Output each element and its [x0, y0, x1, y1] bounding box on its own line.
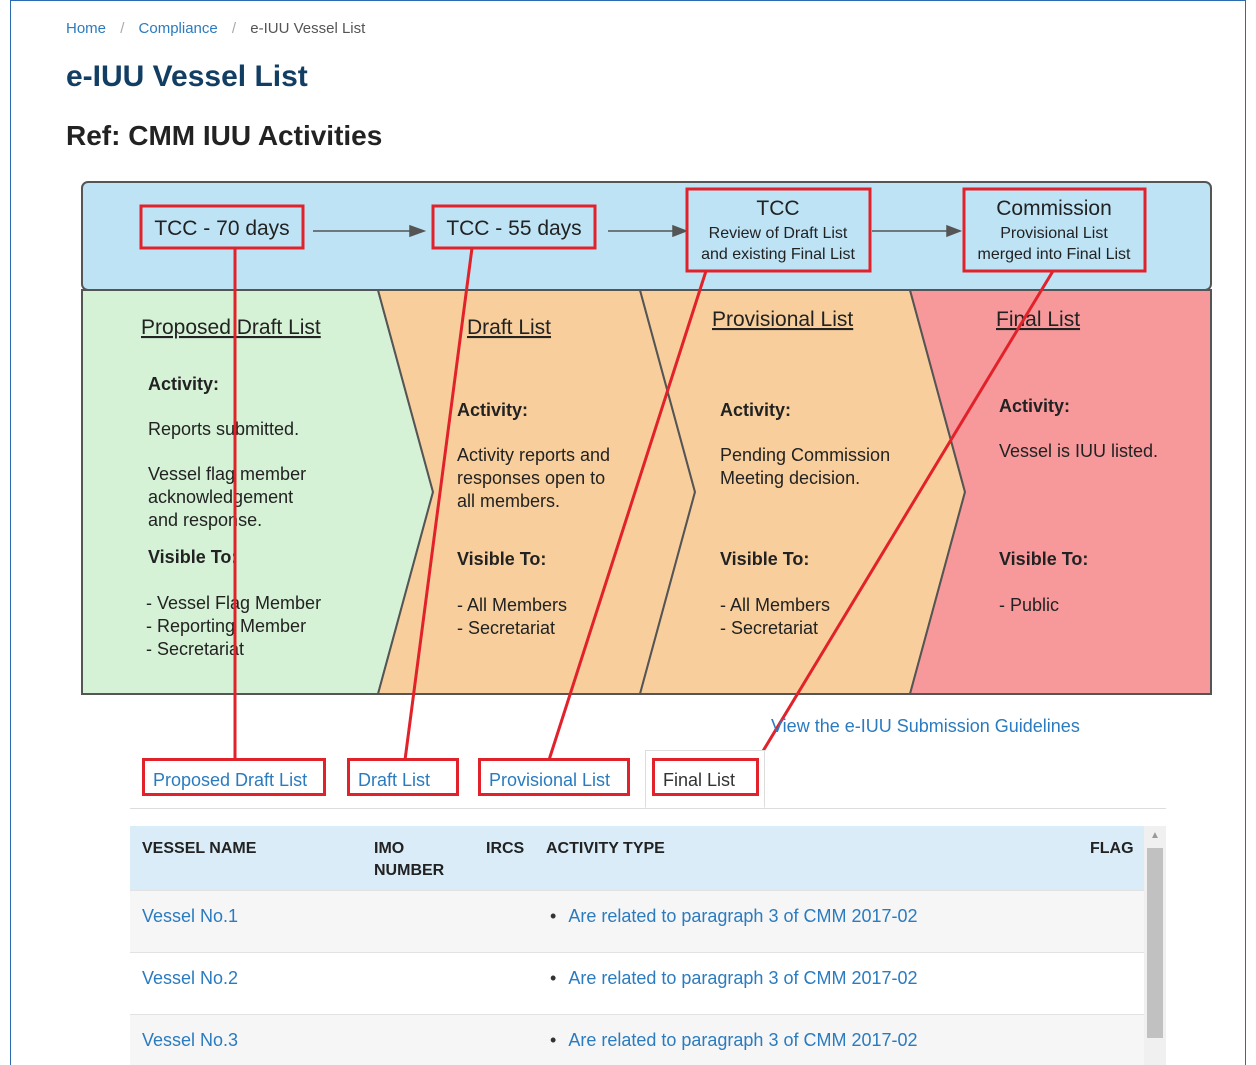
vessel-name-link[interactable]: Vessel No.3	[142, 1030, 238, 1051]
draft-title: Draft List	[467, 316, 551, 339]
column-header-ircs[interactable]: IRCS	[486, 838, 524, 860]
provisional-visible-item: - Secretariat	[720, 618, 818, 638]
commission-line1: Provisional List	[1000, 225, 1108, 242]
table-row: Vessel No.1 • Are related to paragraph 3 …	[130, 890, 1144, 952]
provisional-visible-label: Visible To:	[720, 549, 809, 569]
draft-visible-label: Visible To:	[457, 549, 546, 569]
draft-activity-text: all members.	[457, 491, 560, 511]
draft-activity-label: Activity:	[457, 400, 528, 420]
provisional-visible-item: - All Members	[720, 595, 830, 615]
final-visible-item: - Public	[999, 595, 1059, 615]
vessel-name-link[interactable]: Vessel No.2	[142, 968, 238, 989]
activity-type-cell: • Are related to paragraph 3 of CMM 2017-…	[550, 906, 918, 927]
proposed-activity-text: Reports submitted.	[148, 419, 299, 439]
tcc-review-line1: Review of Draft List	[709, 225, 848, 242]
tab-draft-list[interactable]: Draft List	[347, 758, 459, 796]
proposed-activity-text: Vessel flag member	[148, 464, 306, 484]
workflow-diagram: TCC - 70 days TCC - 55 days TCC Review o…	[81, 181, 1212, 761]
table-scrollbar[interactable]: ▲	[1144, 826, 1166, 1065]
proposed-visible-item: - Reporting Member	[146, 616, 306, 636]
column-header-flag[interactable]: FLAG	[1090, 838, 1134, 860]
proposed-activity-text: acknowledgement	[148, 487, 293, 507]
column-header-vessel-name[interactable]: VESSEL NAME	[142, 838, 256, 860]
scroll-up-arrow-icon[interactable]: ▲	[1144, 826, 1166, 846]
bullet-icon: •	[550, 1030, 557, 1050]
vessel-name-link[interactable]: Vessel No.1	[142, 906, 238, 927]
final-activity-label: Activity:	[999, 396, 1070, 416]
column-header-imo-number[interactable]: IMO NUMBER	[374, 838, 444, 882]
tcc-review-line2: and existing Final List	[701, 246, 855, 263]
vessel-table: VESSEL NAME IMO NUMBER IRCS ACTIVITY TYP…	[130, 826, 1166, 1065]
draft-activity-text: Activity reports and	[457, 445, 610, 465]
submission-guidelines-link[interactable]: View the e-IUU Submission Guidelines	[771, 716, 1080, 737]
commission-line2: merged into Final List	[978, 246, 1132, 263]
activity-type-link[interactable]: Are related to paragraph 3 of CMM 2017-0…	[568, 906, 917, 926]
table-row: Vessel No.3 • Are related to paragraph 3 …	[130, 1014, 1144, 1065]
column-header-activity-type[interactable]: ACTIVITY TYPE	[546, 838, 665, 860]
tcc-review-title: TCC	[756, 197, 799, 220]
provisional-title: Provisional List	[712, 308, 853, 331]
proposed-visible-item: - Secretariat	[146, 639, 244, 659]
proposed-activity-text: and response.	[148, 510, 262, 530]
provisional-activity-text: Meeting decision.	[720, 468, 860, 488]
tcc70-label: TCC - 70 days	[154, 217, 289, 240]
table-row: Vessel No.2 • Are related to paragraph 3 …	[130, 952, 1144, 1014]
activity-type-cell: • Are related to paragraph 3 of CMM 2017-…	[550, 1030, 918, 1051]
activity-type-cell: • Are related to paragraph 3 of CMM 2017-…	[550, 968, 918, 989]
provisional-activity-text: Pending Commission	[720, 445, 890, 465]
proposed-title: Proposed Draft List	[141, 316, 321, 339]
column-header-imo-line: NUMBER	[374, 862, 445, 879]
proposed-visible-label: Visible To:	[148, 547, 237, 567]
list-tabs: Proposed Draft List Draft List Provision…	[130, 750, 1166, 809]
proposed-activity-label: Activity:	[148, 374, 219, 394]
activity-type-link[interactable]: Are related to paragraph 3 of CMM 2017-0…	[568, 1030, 917, 1050]
final-activity-text: Vessel is IUU listed.	[999, 441, 1158, 461]
tab-proposed-draft-list[interactable]: Proposed Draft List	[142, 758, 326, 796]
final-title: Final List	[996, 308, 1080, 331]
table-header: VESSEL NAME IMO NUMBER IRCS ACTIVITY TYP…	[130, 826, 1144, 890]
provisional-activity-label: Activity:	[720, 400, 791, 420]
final-visible-label: Visible To:	[999, 549, 1088, 569]
commission-title: Commission	[996, 197, 1112, 220]
bullet-icon: •	[550, 968, 557, 988]
scrollbar-thumb[interactable]	[1147, 848, 1163, 1038]
column-header-imo-line: IMO	[374, 840, 405, 857]
tcc55-label: TCC - 55 days	[446, 217, 581, 240]
activity-type-link[interactable]: Are related to paragraph 3 of CMM 2017-0…	[568, 968, 917, 988]
bullet-icon: •	[550, 906, 557, 926]
draft-visible-item: - All Members	[457, 595, 567, 615]
draft-visible-item: - Secretariat	[457, 618, 555, 638]
tab-provisional-list[interactable]: Provisional List	[478, 758, 630, 796]
draft-activity-text: responses open to	[457, 468, 605, 488]
tab-final-list[interactable]: Final List	[652, 758, 759, 796]
